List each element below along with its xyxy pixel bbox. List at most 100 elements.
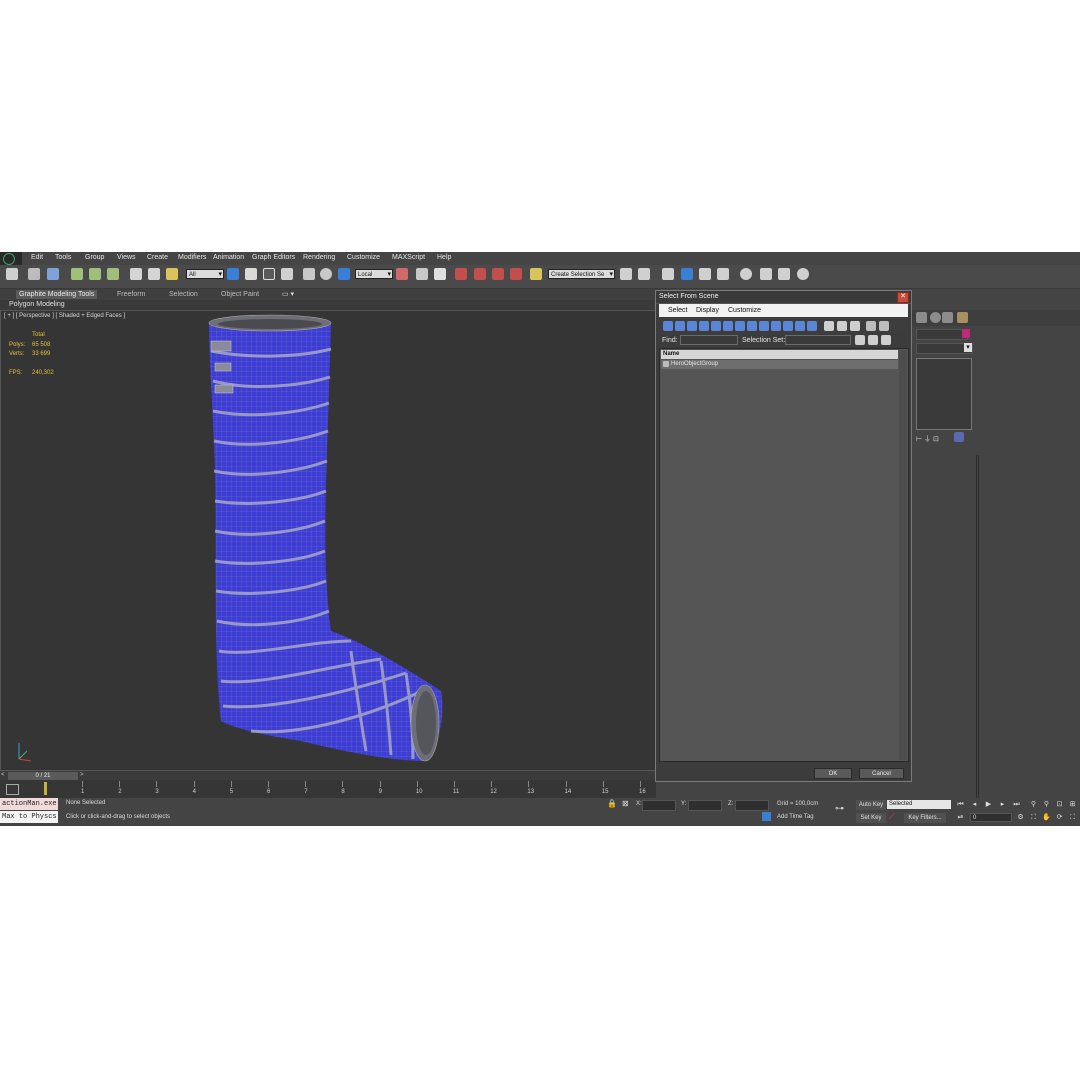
mirror-icon[interactable] [620,268,633,282]
display-tab-icon[interactable] [942,312,953,323]
zoom-extents-icon[interactable]: ⊡ [1055,800,1064,809]
list-scrollbar[interactable] [899,350,907,760]
menu-views[interactable]: Views [117,254,136,261]
configure-sets-icon[interactable] [954,432,964,442]
orbit-icon[interactable]: ⟳ [1055,813,1064,822]
menu-edit[interactable]: Edit [31,254,43,261]
select-link-icon[interactable] [71,268,84,282]
display-geometry-icon[interactable] [663,321,673,331]
zoom-extents-all-icon[interactable]: ⊞ [1068,800,1077,809]
selection-lock-icon[interactable]: 🔒 [607,799,617,808]
filter-options-icon[interactable] [879,321,889,331]
menu-rendering[interactable]: Rendering [303,254,335,261]
select-none-icon[interactable] [837,321,847,331]
bind-space-warp-icon[interactable] [107,268,120,282]
select-invert-icon[interactable] [850,321,860,331]
display-helpers-icon[interactable] [711,321,721,331]
frame-ruler[interactable]: 1 2 3 4 5 6 7 8 9 10 11 12 13 14 15 16 [62,780,656,798]
align-icon[interactable] [638,268,651,282]
app-logo-icon[interactable] [0,252,22,265]
ok-button[interactable]: OK [814,768,852,779]
maxscript-listener-line1[interactable]: actionMan.exe [0,798,58,810]
find-input[interactable] [680,335,738,345]
key-filters-button[interactable]: Key Filters... [904,813,946,823]
time-prev-button[interactable]: < [1,772,7,780]
time-next-button[interactable]: > [80,772,84,778]
track-bar[interactable]: 1 2 3 4 5 6 7 8 9 10 11 12 13 14 15 16 [0,780,656,798]
select-by-name-icon[interactable] [245,268,258,282]
graphite-toggle-icon[interactable] [681,268,694,282]
key-mode-toggle-icon[interactable]: ⏯ [956,813,965,822]
display-all-icon[interactable] [807,321,817,331]
key-filter-icon[interactable]: ⟋ [889,812,895,822]
play-icon[interactable]: ▶ [984,800,993,809]
display-lights-icon[interactable] [687,321,697,331]
time-tag-icon[interactable] [762,812,771,821]
set-key-mode-icon[interactable]: ⊶ [835,803,844,814]
auto-key-button[interactable]: Auto Key [856,800,886,810]
tab-graphite-modeling-tools[interactable]: Graphite Modeling Tools [16,290,98,299]
menu-tools[interactable]: Tools [55,254,71,261]
add-time-tag[interactable]: Add Time Tag [777,814,814,820]
menu-create[interactable]: Create [147,254,168,261]
schematic-view-icon[interactable] [717,268,730,282]
chain-icon[interactable] [130,268,143,282]
tab-object-paint[interactable]: Object Paint [221,290,259,299]
keyboard-shortcut-icon[interactable] [434,268,447,282]
menu-group[interactable]: Group [85,254,104,261]
display-groups-icon[interactable] [735,321,745,331]
scale-icon[interactable] [338,268,351,282]
edit-named-sets-icon[interactable] [530,268,543,282]
menu-customize[interactable]: Customize [347,254,380,261]
find-case-icon[interactable] [855,335,865,345]
object-color-swatch[interactable] [962,329,970,338]
set-key-button[interactable]: Set Key [856,813,886,823]
rendered-frame-icon[interactable] [778,268,791,282]
window-crossing-icon[interactable] [281,268,294,282]
link-icon[interactable] [47,268,60,282]
prev-frame-icon[interactable]: ◂ [970,800,979,809]
modifier-list-dropdown[interactable] [916,343,973,354]
time-config-icon[interactable]: ⚙ [1016,813,1025,822]
zoom-all-icon[interactable]: ⚲ [1042,800,1051,809]
find-clear-icon[interactable] [881,335,891,345]
utilities-tab-icon[interactable] [957,312,968,323]
dialog-menu-customize[interactable]: Customize [728,307,761,314]
menu-graph-editors[interactable]: Graph Editors [252,254,295,261]
modifier-stack[interactable] [916,358,972,430]
go-to-end-icon[interactable]: ⏭ [1012,800,1021,809]
move-icon[interactable] [303,268,316,282]
select-all-icon[interactable] [824,321,834,331]
cancel-button[interactable]: Cancel [859,768,904,779]
key-mode-dropdown[interactable]: Selected [887,800,951,809]
angle-snap-icon[interactable] [474,268,487,282]
maxscript-listener-line2[interactable]: Max to Physcs [0,811,58,823]
selection-filter-dropdown[interactable]: All [186,269,224,280]
selection-set-dropdown[interactable] [785,335,851,345]
percent-snap-icon[interactable] [492,268,505,282]
rect-selection-icon[interactable] [263,268,276,282]
perspective-viewport[interactable]: [ + ] [ Perspective ] [ Shaded + Edged F… [0,310,656,774]
filter-icon[interactable] [866,321,876,331]
go-to-start-icon[interactable]: ⏮ [956,800,965,809]
time-slider-thumb[interactable]: 0 / 21 [8,772,78,780]
display-frozen-icon[interactable] [783,321,793,331]
display-bones-icon[interactable] [759,321,769,331]
column-name-header[interactable]: Name [661,350,898,359]
curve-editor-icon[interactable] [699,268,712,282]
display-cameras-icon[interactable] [699,321,709,331]
y-coordinate-field[interactable] [688,800,722,811]
viewport-label[interactable]: [ + ] [ Perspective ] [ Shaded + Edged F… [4,313,125,319]
list-item[interactable]: HeroObjectGroup [661,360,898,369]
pivot-center-icon[interactable] [396,268,409,282]
dialog-title-bar[interactable]: Select From Scene ✕ [656,291,911,304]
manipulate-icon[interactable] [416,268,429,282]
x-coordinate-field[interactable] [642,800,676,811]
fov-icon[interactable]: ⛶ [1029,813,1038,822]
menu-modifiers[interactable]: Modifiers [178,254,206,261]
maximize-viewport-icon[interactable]: ⛶ [1068,813,1077,822]
menu-help[interactable]: Help [437,254,451,261]
tab-freeform[interactable]: Freeform [117,290,145,299]
undo-icon[interactable] [6,268,19,282]
display-shapes-icon[interactable] [675,321,685,331]
